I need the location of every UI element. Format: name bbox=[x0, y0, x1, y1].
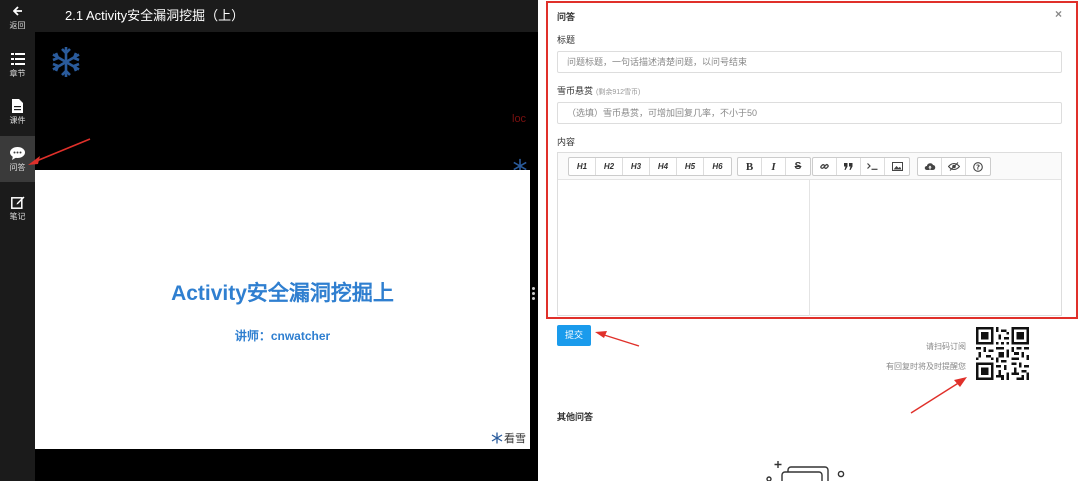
slide-title: Activity安全漏洞挖掘上 bbox=[171, 282, 394, 305]
sidebar-item-label: 笔记 bbox=[9, 212, 26, 221]
partial-text: loc bbox=[512, 113, 527, 125]
qr-text-line2: 有回复时将及时提醒您 bbox=[886, 362, 966, 371]
preview-icon[interactable] bbox=[942, 158, 966, 175]
svg-text:?: ? bbox=[976, 163, 980, 171]
bounty-note: (剩余912雪币) bbox=[596, 89, 641, 96]
sidebar-item-label: 问答 bbox=[9, 163, 26, 172]
back-arrow-icon bbox=[12, 3, 23, 19]
bounty-label: 雪币悬赏 (剩余912雪币) bbox=[557, 86, 641, 96]
sidebar-item-courseware[interactable]: 课件 bbox=[0, 89, 35, 135]
sidebar-item-notes[interactable]: 笔记 bbox=[0, 185, 35, 231]
panel-divider[interactable] bbox=[531, 32, 538, 481]
edit-note-icon bbox=[10, 194, 25, 210]
insert-group bbox=[812, 157, 910, 176]
qa-panel: 问答 × 标题 问题标题，一句话描述清楚问题，以问号结束 雪币悬赏 (剩余912雪… bbox=[546, 1, 1078, 319]
view-group: ? bbox=[917, 157, 991, 176]
slide-subtitle: 讲师：cnwatcher bbox=[234, 329, 331, 343]
h2-button[interactable]: H2 bbox=[596, 158, 623, 175]
sidebar-item-chapters[interactable]: 章节 bbox=[0, 42, 35, 88]
sidebar-item-label: 返回 bbox=[9, 21, 26, 30]
italic-button[interactable]: I bbox=[762, 158, 786, 175]
format-group: B I S bbox=[737, 157, 811, 176]
slide-watermark: 看雪 bbox=[491, 430, 526, 446]
video-slide: Activity安全漏洞挖掘上 讲师：cnwatcher 看雪 bbox=[35, 170, 530, 449]
snowflake-watermark-icon bbox=[491, 432, 503, 444]
h4-button[interactable]: H4 bbox=[650, 158, 677, 175]
bounty-input[interactable]: （选填）雪币悬赏，可增加回复几率，不小于50 bbox=[557, 102, 1062, 124]
title-label: 标题 bbox=[557, 35, 576, 45]
h5-button[interactable]: H5 bbox=[677, 158, 704, 175]
h1-button[interactable]: H1 bbox=[569, 158, 596, 175]
markdown-editor[interactable]: H1 H2 H3 H4 H5 H6 B I S ? bbox=[557, 152, 1062, 316]
image-icon[interactable] bbox=[885, 158, 909, 175]
title-input[interactable]: 问题标题，一句话描述清楚问题，以问号结束 bbox=[557, 51, 1062, 73]
left-sidebar: 返回 章节 课件 问答 笔记 bbox=[0, 0, 35, 481]
link-icon[interactable] bbox=[813, 158, 837, 175]
submit-button[interactable]: 提交 bbox=[557, 325, 591, 346]
upload-icon[interactable] bbox=[918, 158, 942, 175]
annotation-arrow-submit bbox=[595, 331, 640, 347]
sidebar-item-label: 课件 bbox=[9, 116, 26, 125]
snowflake-logo-icon bbox=[52, 47, 80, 77]
bold-button[interactable]: B bbox=[738, 158, 762, 175]
content-label: 内容 bbox=[557, 137, 576, 147]
strikethrough-button[interactable]: S bbox=[786, 158, 810, 175]
chat-bubble-icon bbox=[10, 145, 25, 161]
empty-state-illustration-icon bbox=[766, 461, 845, 481]
h6-button[interactable]: H6 bbox=[704, 158, 731, 175]
sidebar-item-back[interactable]: 返回 bbox=[0, 2, 35, 32]
close-icon[interactable]: × bbox=[1055, 7, 1062, 21]
qr-text-line1: 请扫码订阅 bbox=[926, 342, 966, 351]
editor-toolbar: H1 H2 H3 H4 H5 H6 B I S ? bbox=[558, 153, 1061, 180]
document-icon bbox=[12, 98, 23, 114]
other-qa-title: 其他问答 bbox=[557, 412, 594, 422]
lesson-title: 2.1 Activity安全漏洞挖掘（上） bbox=[35, 0, 538, 32]
editor-split-divider bbox=[809, 180, 810, 316]
watermark-text: 看雪 bbox=[504, 433, 526, 445]
list-icon bbox=[10, 51, 25, 67]
panel-title: 问答 bbox=[557, 12, 576, 22]
h3-button[interactable]: H3 bbox=[623, 158, 650, 175]
heading-group: H1 H2 H3 H4 H5 H6 bbox=[568, 157, 732, 176]
sidebar-item-label: 章节 bbox=[9, 69, 26, 78]
help-icon[interactable]: ? bbox=[966, 158, 990, 175]
quote-icon[interactable] bbox=[837, 158, 861, 175]
qr-code-image bbox=[976, 327, 1029, 380]
sidebar-item-qa[interactable]: 问答 bbox=[0, 136, 35, 182]
code-icon[interactable] bbox=[861, 158, 885, 175]
annotation-arrow-qr bbox=[910, 377, 967, 414]
drag-handle-icon[interactable] bbox=[532, 287, 536, 301]
